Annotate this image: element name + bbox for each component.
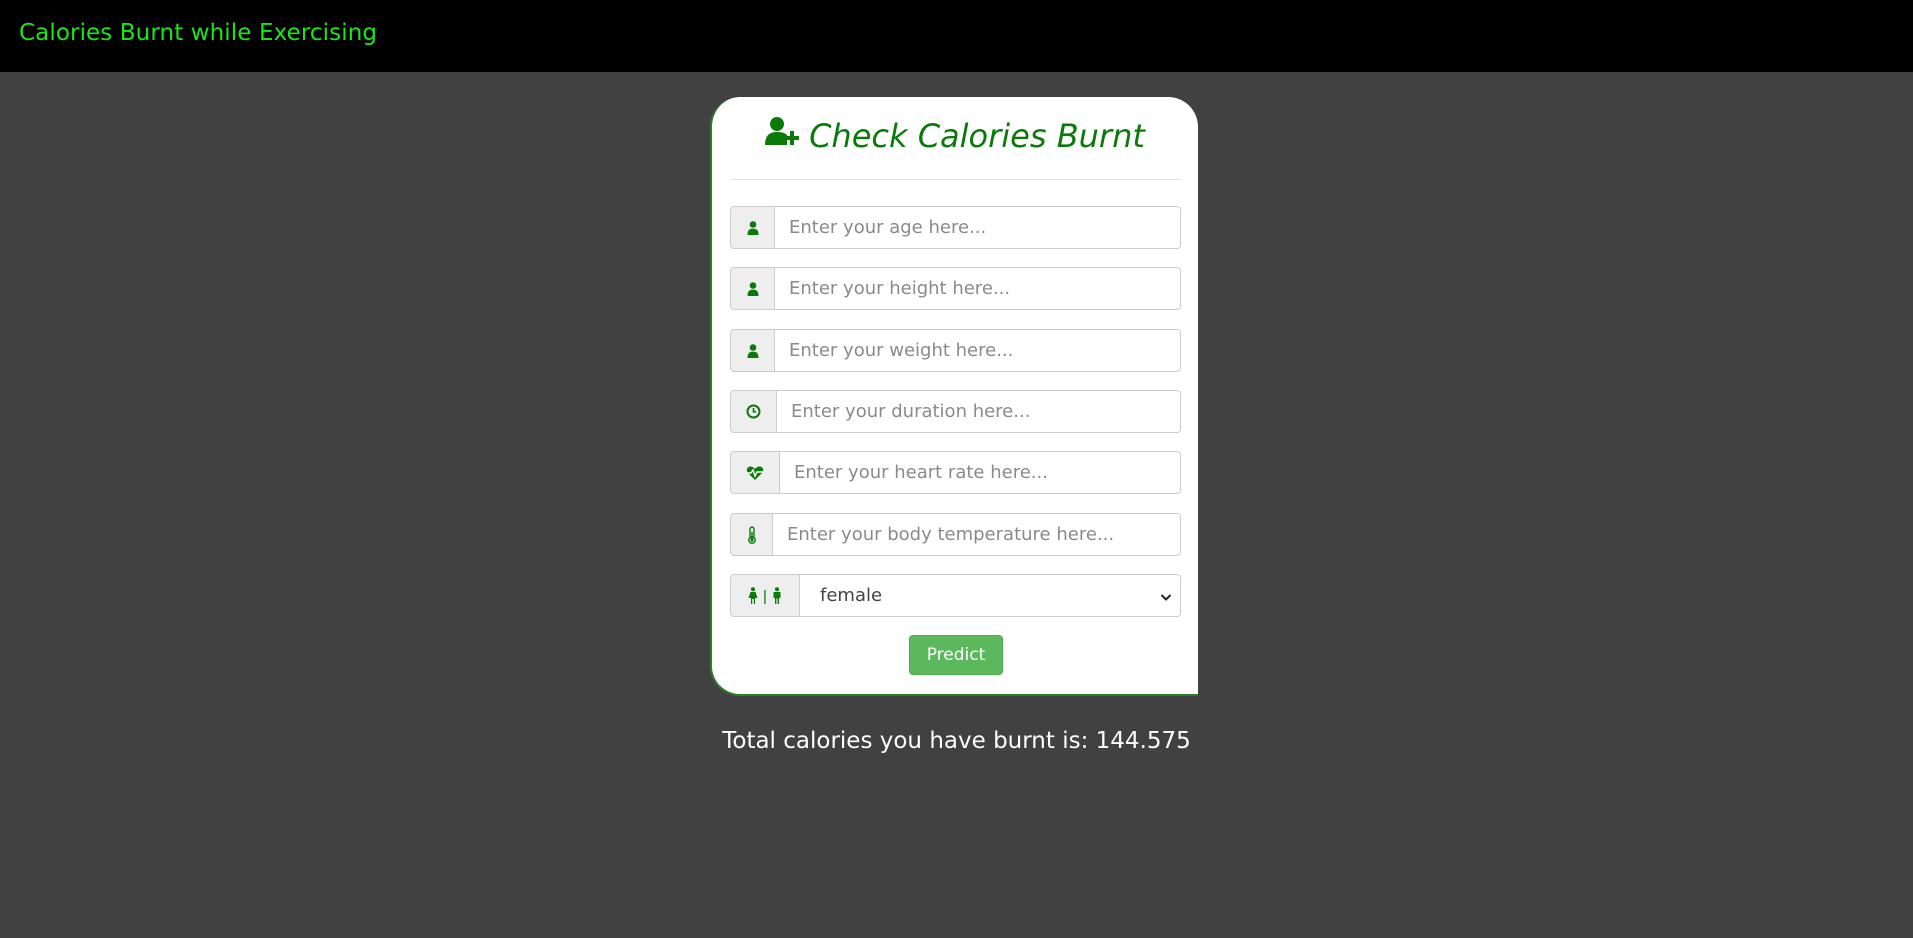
user-icon xyxy=(730,329,774,372)
brand-title[interactable]: Calories Burnt while Exercising xyxy=(19,20,377,46)
age-input-group xyxy=(730,206,1181,249)
duration-input-group xyxy=(730,390,1181,433)
age-input[interactable] xyxy=(774,206,1181,249)
clock-icon xyxy=(730,390,776,433)
card-title-text: Check Calories Burnt xyxy=(809,117,1145,155)
height-input-group xyxy=(730,267,1181,310)
heartbeat-icon xyxy=(730,451,779,494)
predict-button[interactable]: Predict xyxy=(909,635,1003,675)
heart-rate-input-group xyxy=(730,451,1181,494)
card-title: Check Calories Burnt xyxy=(712,117,1198,157)
gender-input-group: female xyxy=(730,574,1181,617)
calories-form-card: Check Calories Burnt Enter your age here… xyxy=(710,97,1198,696)
user-icon xyxy=(730,267,774,310)
gender-icon xyxy=(730,574,799,617)
body-temperature-input-group xyxy=(730,513,1181,556)
duration-input[interactable] xyxy=(776,390,1181,433)
chevron-down-icon xyxy=(1160,589,1172,610)
thermometer-icon xyxy=(730,513,772,556)
gender-select[interactable]: female xyxy=(799,574,1181,617)
weight-input-group xyxy=(730,329,1181,372)
user-icon xyxy=(730,206,774,249)
divider xyxy=(730,179,1180,180)
gender-selected-value: female xyxy=(820,585,883,606)
navbar: Calories Burnt while Exercising xyxy=(0,0,1913,72)
heart-rate-input[interactable] xyxy=(779,451,1181,494)
user-plus-icon xyxy=(765,116,801,154)
result-text: Total calories you have burnt is: 144.57… xyxy=(722,728,1191,754)
height-input[interactable] xyxy=(774,267,1181,310)
body-temperature-input[interactable] xyxy=(772,513,1181,556)
weight-input[interactable] xyxy=(774,329,1181,372)
